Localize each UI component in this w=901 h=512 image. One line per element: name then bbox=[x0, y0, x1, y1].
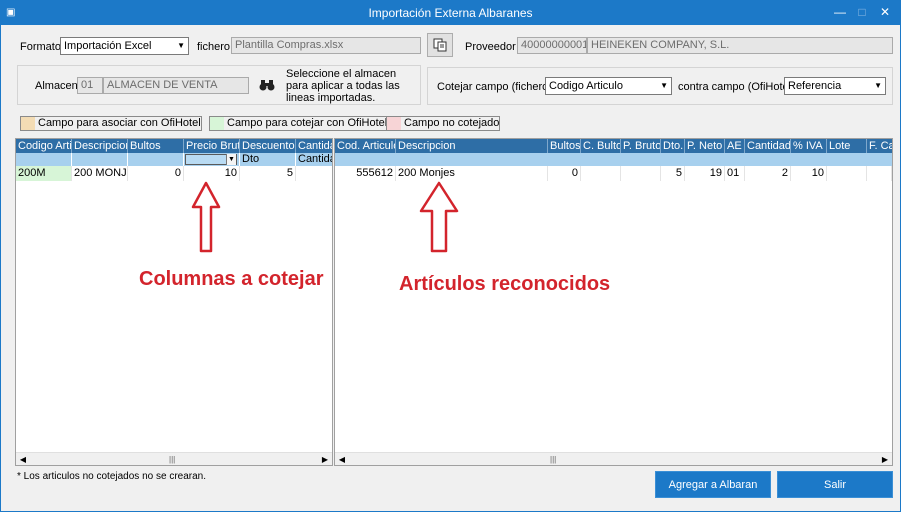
right-cell-lote[interactable] bbox=[827, 166, 867, 181]
right-cell-p-bruto[interactable] bbox=[621, 166, 661, 181]
left-cell-codigo[interactable]: 200M bbox=[16, 166, 72, 181]
import-window: ▣ Importación Externa Albaranes — □ ✕ Fo… bbox=[0, 0, 901, 512]
right-hscrollbar[interactable]: ◀ ||| ▶ bbox=[335, 452, 892, 465]
formato-select[interactable]: Importación Excel ▼ bbox=[60, 37, 189, 55]
right-cell-c-bulto[interactable] bbox=[581, 166, 621, 181]
cotejar-fichero-select[interactable]: Codigo Articulo ▼ bbox=[545, 77, 672, 95]
right-cell-descripcion[interactable]: 200 Monjes bbox=[396, 166, 548, 181]
scroll-right-icon[interactable]: ▶ bbox=[878, 453, 892, 465]
scroll-right-icon[interactable]: ▶ bbox=[318, 453, 332, 465]
left-sub-descripcion[interactable] bbox=[72, 153, 128, 166]
right-header-cantidad[interactable]: Cantidad bbox=[745, 139, 791, 153]
left-cell-descuento[interactable]: 5 bbox=[240, 166, 296, 181]
fichero-label: fichero bbox=[197, 41, 231, 53]
right-header-ae[interactable]: AE bbox=[725, 139, 745, 153]
close-button[interactable]: ✕ bbox=[872, 3, 898, 21]
left-grid[interactable]: Codigo Articulo Descripcion Bultos Preci… bbox=[15, 138, 333, 466]
legend-no-cotejado: Campo no cotejado bbox=[386, 116, 501, 131]
right-header-iva[interactable]: % IVA bbox=[791, 139, 827, 153]
left-cell-bultos[interactable]: 0 bbox=[128, 166, 184, 181]
cotejar-ofihotel-select[interactable]: Referencia ▼ bbox=[784, 77, 886, 95]
legend-no-cotejado-label: Campo no cotejado bbox=[404, 117, 500, 129]
annotation-articulos: Artículos reconocidos bbox=[399, 273, 611, 295]
left-sub-bultos[interactable] bbox=[128, 153, 184, 166]
right-cell-ae[interactable]: 01 bbox=[725, 166, 745, 181]
almacen-code-field[interactable]: 01 bbox=[77, 77, 103, 94]
left-header-precio-bruto[interactable]: Precio Bruto bbox=[184, 139, 240, 153]
salir-button[interactable]: Salir bbox=[777, 471, 893, 498]
right-cell-cod-articulo[interactable]: 555612 bbox=[335, 166, 396, 181]
right-subheader-row bbox=[335, 153, 892, 166]
right-header-bultos[interactable]: Bultos bbox=[548, 139, 581, 153]
left-cell-cantidad[interactable] bbox=[296, 166, 332, 181]
legend-cotejar-label: Campo para cotejar con OfiHotel bbox=[227, 117, 388, 129]
left-header-descuento[interactable]: Descuento bbox=[240, 139, 296, 153]
footer-note: * Los articulos no cotejados no se crear… bbox=[17, 471, 206, 482]
right-cell-dto[interactable]: 5 bbox=[661, 166, 685, 181]
proveedor-code-field[interactable]: 40000000001 bbox=[517, 37, 587, 54]
right-cell-p-neto[interactable]: 19 bbox=[685, 166, 725, 181]
scroll-grip-icon[interactable]: ||| bbox=[169, 453, 175, 465]
left-sub-cantidad[interactable]: Cantidad bbox=[296, 153, 332, 166]
left-sub-precio-bruto[interactable]: ▼ bbox=[184, 153, 240, 166]
chevron-down-icon: ▼ bbox=[874, 81, 882, 90]
copy-file-icon bbox=[433, 38, 447, 52]
right-header-c-bulto[interactable]: C. Bulto bbox=[581, 139, 621, 153]
left-sub-codigo[interactable] bbox=[16, 153, 72, 166]
precio-bruto-match-select[interactable]: ▼ bbox=[185, 154, 237, 165]
scroll-grip-icon[interactable]: ||| bbox=[550, 453, 556, 465]
window-title: Importación Externa Albaranes bbox=[368, 6, 533, 20]
left-cell-descripcion[interactable]: 200 MONJE bbox=[72, 166, 128, 181]
right-header-p-neto[interactable]: P. Neto bbox=[685, 139, 725, 153]
proveedor-label: Proveedor bbox=[465, 41, 516, 53]
right-header-f-caducidad[interactable]: F. Caducidad bbox=[867, 139, 892, 153]
title-bar: ▣ Importación Externa Albaranes — □ ✕ bbox=[1, 1, 900, 25]
formato-label: Formato bbox=[20, 41, 61, 53]
right-grid[interactable]: Cod. Articulo Descripcion Bultos C. Bult… bbox=[334, 138, 893, 466]
up-arrow-right-icon bbox=[419, 181, 459, 253]
chevron-down-icon: ▼ bbox=[226, 154, 236, 165]
cotejar-fichero-label: Cotejar campo (fichero) bbox=[437, 81, 552, 93]
scroll-left-icon[interactable]: ◀ bbox=[16, 453, 30, 465]
right-header-descripcion[interactable]: Descripcion bbox=[396, 139, 548, 153]
legend-asociar-label: Campo para asociar con OfiHotel bbox=[38, 117, 201, 129]
left-header-descripcion[interactable]: Descripcion bbox=[72, 139, 128, 153]
left-cell-precio-bruto[interactable]: 10 bbox=[184, 166, 240, 181]
formato-value: Importación Excel bbox=[64, 40, 152, 52]
up-arrow-left-icon bbox=[191, 181, 221, 253]
right-cell-iva[interactable]: 10 bbox=[791, 166, 827, 181]
chevron-down-icon: ▼ bbox=[177, 41, 185, 50]
left-hscrollbar[interactable]: ◀ ||| ▶ bbox=[16, 452, 332, 465]
scroll-left-icon[interactable]: ◀ bbox=[335, 453, 349, 465]
right-header-cod-articulo[interactable]: Cod. Articulo bbox=[335, 139, 396, 153]
right-cell-cantidad[interactable]: 2 bbox=[745, 166, 791, 181]
left-header-codigo[interactable]: Codigo Articulo bbox=[16, 139, 72, 153]
agregar-albaran-button[interactable]: Agregar a Albaran bbox=[655, 471, 771, 498]
legend-cotejar: Campo para cotejar con OfiHotel bbox=[209, 116, 389, 131]
left-header-cantidad[interactable]: Cantidad bbox=[296, 139, 332, 153]
almacen-label: Almacen bbox=[35, 80, 78, 92]
left-sub-descuento[interactable]: Dto bbox=[240, 153, 296, 166]
cotejar-ofihotel-label: contra campo (OfiHotel) bbox=[678, 81, 795, 93]
annotation-columnas: Columnas a cotejar bbox=[139, 268, 324, 290]
chevron-down-icon: ▼ bbox=[660, 81, 668, 90]
right-header-p-bruto[interactable]: P. Bruto bbox=[621, 139, 661, 153]
right-cell-f-caducidad[interactable] bbox=[867, 166, 892, 181]
cotejar-ofihotel-value: Referencia bbox=[788, 80, 842, 92]
proveedor-name-field[interactable]: HEINEKEN COMPANY, S.L. bbox=[587, 37, 893, 54]
left-header-bultos[interactable]: Bultos bbox=[128, 139, 184, 153]
fichero-field[interactable]: Plantilla Compras.xlsx bbox=[231, 37, 421, 54]
right-cell-bultos[interactable]: 0 bbox=[548, 166, 581, 181]
almacen-name-field[interactable]: ALMACEN DE VENTA bbox=[103, 77, 249, 94]
cotejar-fichero-value: Codigo Articulo bbox=[549, 80, 623, 92]
browse-file-button[interactable] bbox=[427, 33, 453, 57]
binoculars-icon[interactable] bbox=[259, 78, 277, 94]
right-header-dto[interactable]: Dto. bbox=[661, 139, 685, 153]
almacen-hint: Seleccione el almacen para aplicar a tod… bbox=[286, 68, 400, 104]
legend-asociar: Campo para asociar con OfiHotel bbox=[20, 116, 202, 131]
right-header-lote[interactable]: Lote bbox=[827, 139, 867, 153]
